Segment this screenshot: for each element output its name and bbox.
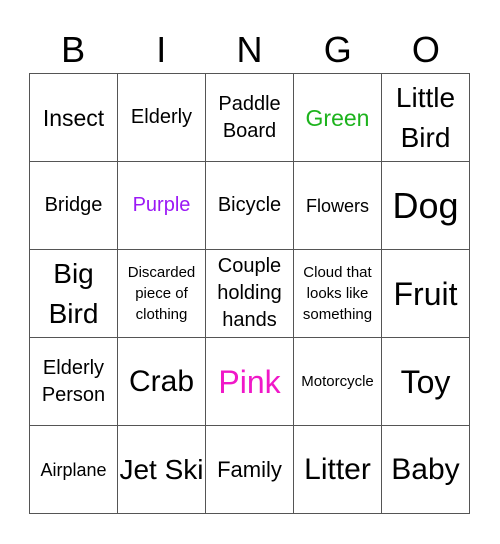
header-letter-i: I xyxy=(156,29,167,70)
bingo-cell[interactable]: Little Bird xyxy=(382,74,470,162)
bingo-cell-label: Discarded piece of clothing xyxy=(127,264,196,323)
bingo-cell[interactable]: Green xyxy=(294,74,382,162)
bingo-cell[interactable]: Paddle Board xyxy=(206,74,294,162)
bingo-cell-label: Cloud that looks like something xyxy=(302,264,373,323)
bingo-cell-label: Elderly Person xyxy=(41,356,106,406)
bingo-cell[interactable]: Purple xyxy=(118,162,206,250)
bingo-cell[interactable]: Discarded piece of clothing xyxy=(118,250,206,338)
bingo-cell-label: Airplane xyxy=(40,459,107,480)
header-letter-g: G xyxy=(323,29,352,70)
bingo-cell-label: Bridge xyxy=(44,194,103,216)
bingo-cell-label: Couple holding hands xyxy=(217,255,282,331)
bingo-cell[interactable]: Dog xyxy=(382,162,470,250)
bingo-cell-label: Motorcycle xyxy=(301,373,374,390)
bingo-cell[interactable]: Bridge xyxy=(30,162,118,250)
bingo-cell[interactable]: Toy xyxy=(382,338,470,426)
bingo-cell-label: Purple xyxy=(132,194,191,216)
bingo-cell-label: Baby xyxy=(391,452,460,486)
header-letter-n: N xyxy=(236,29,263,70)
bingo-cell[interactable]: Fruit xyxy=(382,250,470,338)
bingo-cell-label: Fruit xyxy=(393,275,458,312)
bingo-cell[interactable]: Cloud that looks like something xyxy=(294,250,382,338)
bingo-cell[interactable]: Elderly xyxy=(118,74,206,162)
bingo-grid: Insect Elderly Paddle Board Green Little Bir… xyxy=(29,73,470,514)
bingo-cell[interactable]: Pink xyxy=(206,338,294,426)
bingo-cell[interactable]: Baby xyxy=(382,426,470,514)
bingo-cell-label: Paddle Board xyxy=(218,92,281,142)
bingo-cell[interactable]: Bicycle xyxy=(206,162,294,250)
bingo-cell[interactable]: Couple holding hands xyxy=(206,250,294,338)
bingo-cell-label: Jet Ski xyxy=(119,453,204,485)
bingo-header: B I N G O xyxy=(29,28,470,72)
bingo-cell[interactable]: Crab xyxy=(118,338,206,426)
bingo-cell-label: Insect xyxy=(42,104,105,131)
bingo-cell-label: Little Bird xyxy=(395,81,456,153)
bingo-cell-label: Dog xyxy=(392,184,459,226)
bingo-cell-label: Family xyxy=(217,457,282,482)
header-letter-o: O xyxy=(411,29,440,70)
bingo-cell[interactable]: Airplane xyxy=(30,426,118,514)
bingo-cell-label: Bicycle xyxy=(217,194,282,216)
bingo-cell-label: Green xyxy=(305,104,370,131)
bingo-cell-label: Pink xyxy=(218,363,281,400)
bingo-cell-label: Toy xyxy=(400,363,451,400)
bingo-cell[interactable]: Big Bird xyxy=(30,250,118,338)
bingo-cell-label: Big Bird xyxy=(48,257,99,329)
bingo-cell[interactable]: Flowers xyxy=(294,162,382,250)
bingo-cell[interactable]: Elderly Person xyxy=(30,338,118,426)
header-letter-b: B xyxy=(61,29,86,70)
bingo-cell-label: Elderly xyxy=(130,106,193,128)
bingo-cell-label: Crab xyxy=(128,364,195,398)
bingo-cell[interactable]: Family xyxy=(206,426,294,514)
bingo-cell[interactable]: Jet Ski xyxy=(118,426,206,514)
bingo-cell-label: Litter xyxy=(304,452,371,486)
bingo-cell[interactable]: Motorcycle xyxy=(294,338,382,426)
bingo-cell-label: Flowers xyxy=(305,195,369,216)
bingo-cell[interactable]: Insect xyxy=(30,74,118,162)
bingo-cell[interactable]: Litter xyxy=(294,426,382,514)
